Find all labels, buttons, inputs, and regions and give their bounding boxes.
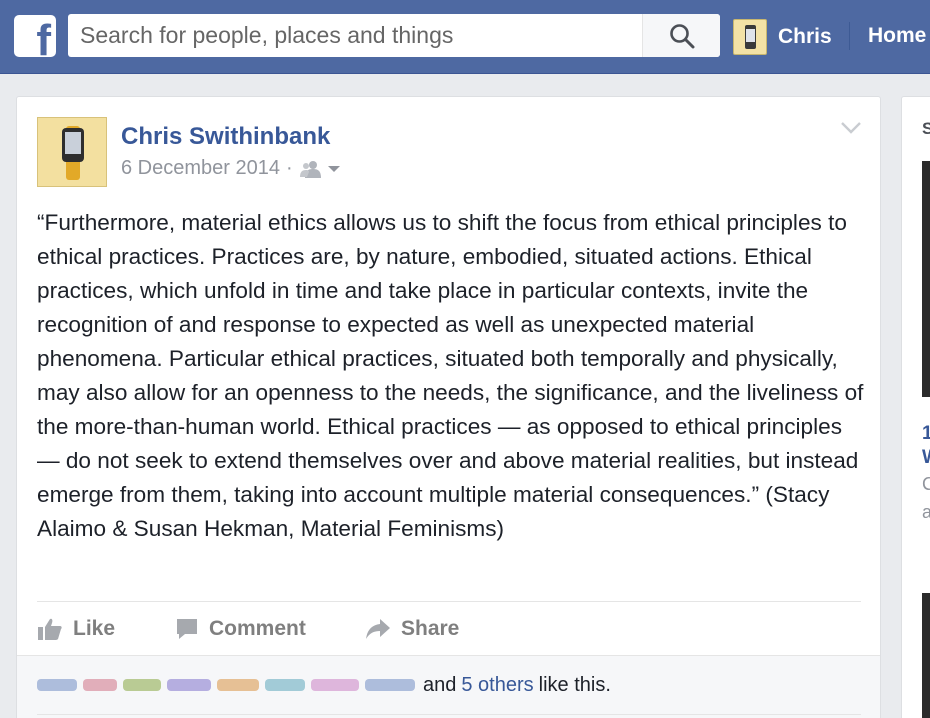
comment-label: Comment — [209, 617, 306, 640]
search-input[interactable] — [68, 14, 640, 57]
sidebar-item-title[interactable]: W — [922, 447, 930, 469]
post-card: Chris Swithinbank 6 December 2014 · “Fur… — [16, 96, 881, 718]
friends-audience-icon — [299, 160, 321, 178]
redacted-names — [37, 675, 419, 697]
likes-divider — [37, 714, 861, 715]
sidebar-header: S — [922, 119, 930, 139]
meta-separator: · — [285, 157, 293, 179]
comment-icon — [177, 619, 197, 639]
likes-and-text: and — [423, 674, 457, 696]
post-text: “Furthermore, material ethics allows us … — [37, 210, 864, 541]
like-label: Like — [73, 617, 116, 640]
sidebar-image[interactable] — [922, 161, 930, 397]
profile-name: Chris — [778, 25, 832, 48]
author-avatar[interactable] — [37, 117, 107, 187]
comment-button[interactable]: Comment — [175, 617, 306, 641]
share-label: Share — [401, 617, 460, 640]
share-arrow-icon — [366, 619, 390, 639]
sidebar-item-number[interactable]: 1 — [922, 423, 930, 445]
likes-suffix-text: like this. — [538, 674, 611, 696]
nav-divider — [849, 22, 850, 50]
post-date-link[interactable]: 6 December 2014 — [121, 157, 280, 180]
search-box — [68, 14, 720, 57]
home-link[interactable]: Home — [868, 24, 926, 48]
likes-summary-bar: and 5 others like this. — [17, 655, 880, 718]
likes-sentence: and 5 others like this. — [37, 674, 611, 697]
actions-divider — [37, 601, 861, 602]
facebook-logo[interactable]: f — [14, 15, 56, 57]
profile-avatar — [733, 19, 767, 55]
search-button[interactable] — [642, 14, 720, 57]
facebook-logo-letter: f — [36, 16, 51, 58]
chevron-down-icon — [327, 165, 340, 172]
sidebar-image[interactable] — [922, 593, 930, 718]
search-icon — [670, 24, 695, 49]
post-meta: 6 December 2014 · — [121, 157, 341, 180]
profile-link[interactable]: Chris — [733, 17, 832, 57]
sidebar-item-line: C — [922, 474, 930, 495]
others-link[interactable]: 5 others — [461, 674, 533, 697]
thumbs-up-icon — [38, 618, 62, 640]
like-button[interactable]: Like — [37, 617, 115, 641]
author-name-link[interactable]: Chris Swithinbank — [121, 123, 330, 151]
post-options-chevron-icon[interactable] — [840, 121, 862, 135]
audience-selector[interactable] — [299, 160, 341, 178]
top-navigation-bar: f Chris Home — [0, 0, 930, 74]
share-button[interactable]: Share — [365, 617, 459, 641]
right-sidebar: S 1 W C a — [901, 96, 930, 718]
sidebar-item-line: a — [922, 502, 930, 523]
